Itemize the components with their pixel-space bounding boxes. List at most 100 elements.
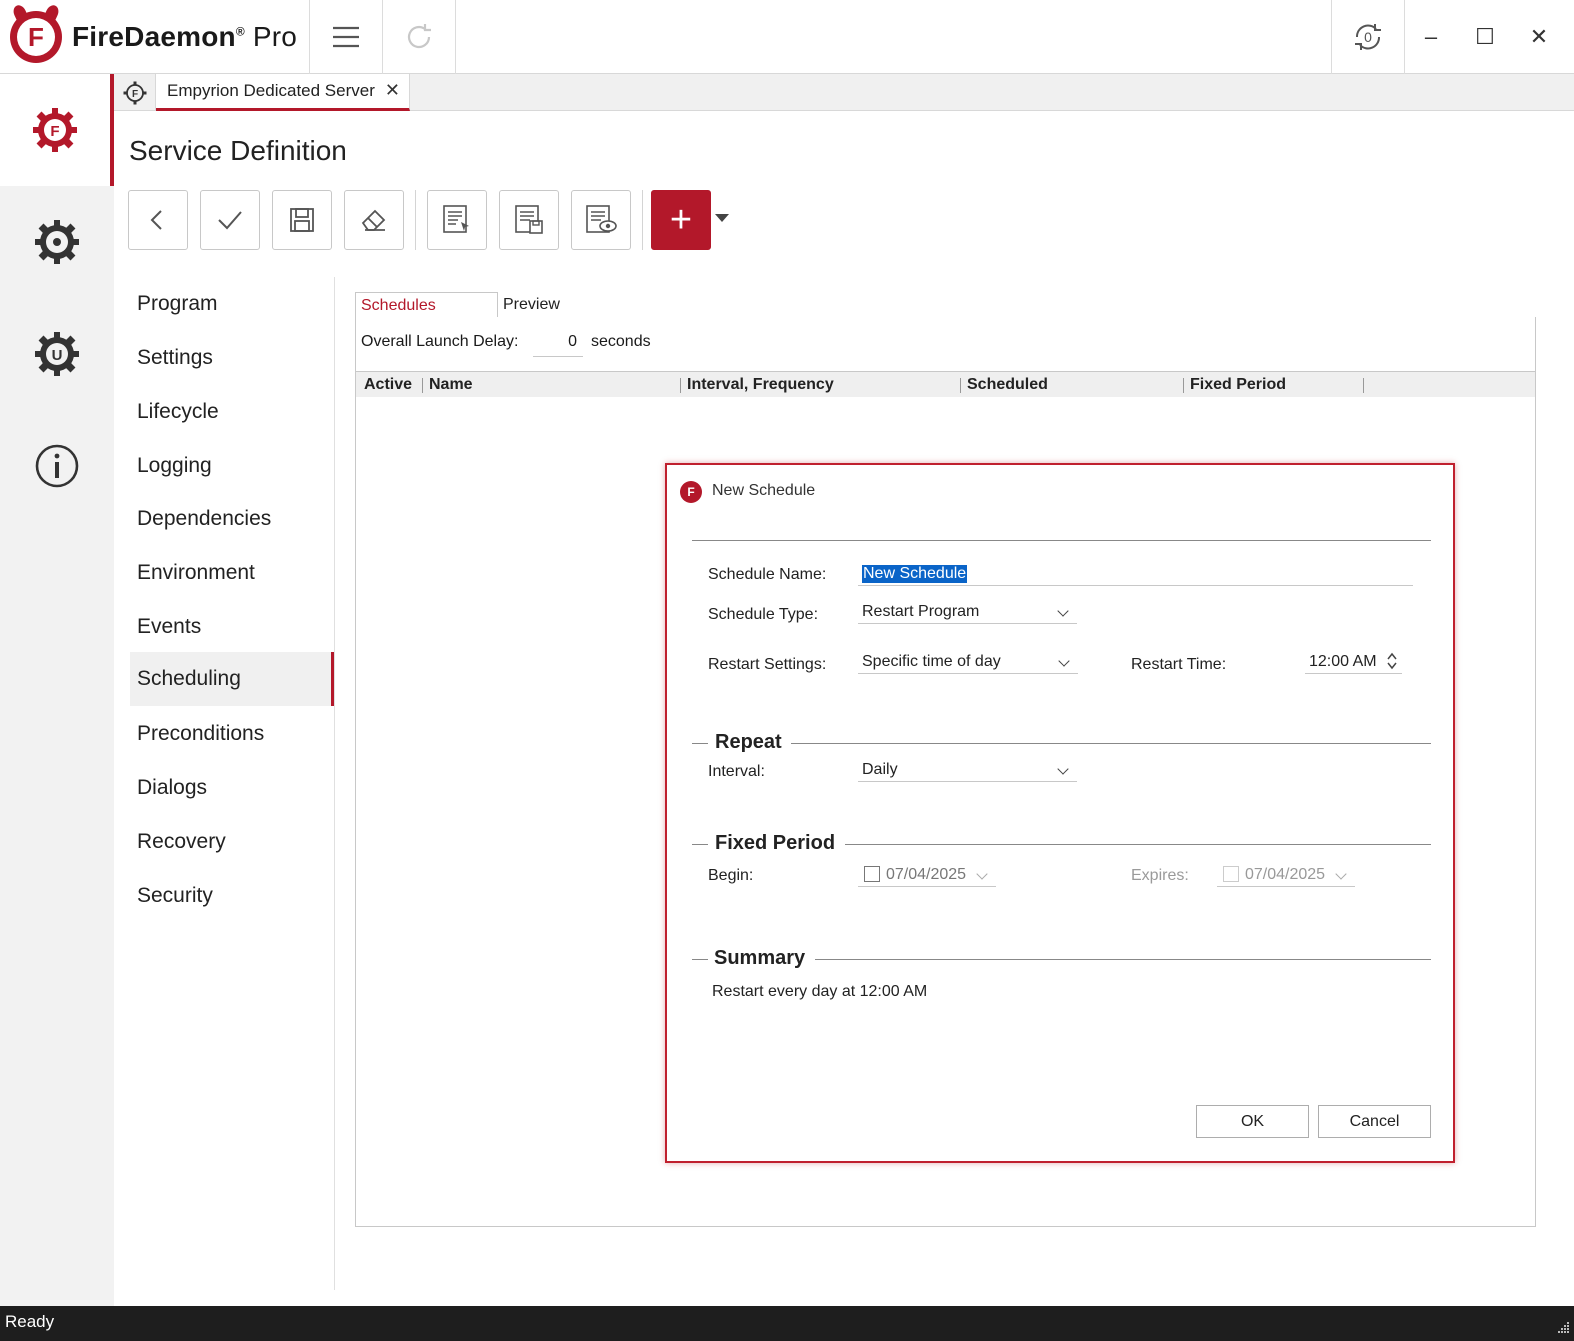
nav-item-preconditions[interactable]: Preconditions: [130, 707, 334, 761]
apply-button[interactable]: [200, 190, 260, 250]
menu-button[interactable]: [310, 0, 382, 74]
nav-item-settings[interactable]: Settings: [130, 331, 334, 385]
expires-date-value: 07/04/2025: [1245, 865, 1326, 883]
begin-checkbox[interactable]: [864, 866, 880, 882]
document-tab-label: Empyrion Dedicated Server: [167, 81, 375, 100]
begin-date-picker[interactable]: 07/04/2025: [858, 863, 996, 887]
column-separator: [680, 378, 681, 393]
firedaemon-gear-icon: F: [33, 108, 77, 152]
fixed-period-section-header: Fixed Period: [692, 832, 1431, 856]
add-schedule-button[interactable]: +: [651, 190, 711, 250]
resize-grip-icon[interactable]: [1556, 1320, 1570, 1334]
app-name: FireDaemon® Pro: [72, 21, 298, 52]
dialog-divider: [692, 540, 1431, 541]
nav-item-lifecycle[interactable]: Lifecycle: [130, 385, 334, 439]
column-separator: [960, 378, 961, 393]
redo-button[interactable]: [383, 0, 455, 74]
add-dropdown-caret-icon[interactable]: [715, 214, 729, 222]
nav-item-logging[interactable]: Logging: [130, 439, 334, 493]
app-logo: F FireDaemon® Pro: [10, 10, 297, 64]
export-icon: [515, 205, 543, 234]
nav-item-dependencies[interactable]: Dependencies: [130, 492, 334, 546]
section-rule: [692, 959, 708, 960]
rail-item-about[interactable]: [0, 410, 114, 522]
left-rail: F U: [0, 74, 114, 1306]
clear-button[interactable]: [344, 190, 404, 250]
settings-gear-icon: [35, 220, 79, 264]
cancel-button[interactable]: Cancel: [1318, 1105, 1431, 1138]
import-icon: [443, 205, 469, 233]
chevron-down-icon: [976, 868, 988, 880]
service-icon[interactable]: F: [114, 74, 156, 111]
restart-settings-select[interactable]: Specific time of day: [858, 650, 1078, 674]
close-tab-icon[interactable]: ✕: [385, 80, 400, 101]
svg-text:U: U: [52, 347, 63, 364]
rail-item-settings[interactable]: [0, 186, 114, 298]
dialog-title: New Schedule: [712, 482, 816, 499]
svg-text:F: F: [131, 89, 137, 100]
section-rule: [692, 844, 708, 845]
nav-item-dialogs[interactable]: Dialogs: [130, 761, 334, 815]
refresh-button[interactable]: 0: [1332, 0, 1404, 74]
column-active[interactable]: Active: [364, 372, 412, 398]
launch-delay-label: Overall Launch Delay:: [361, 333, 519, 350]
nav-item-recovery[interactable]: Recovery: [130, 815, 334, 869]
gear-icon: F: [123, 81, 146, 104]
back-icon: [150, 210, 162, 230]
summary-text: Restart every day at 12:00 AM: [712, 983, 928, 1000]
new-schedule-dialog: F New Schedule Schedule Name: New Schedu…: [665, 463, 1455, 1163]
schedule-type-select[interactable]: Restart Program: [858, 600, 1077, 624]
interval-select[interactable]: Daily: [858, 758, 1077, 782]
nav-item-events[interactable]: Events: [130, 600, 334, 654]
launch-delay-input[interactable]: 0: [533, 329, 583, 357]
summary-section-header: Summary: [692, 947, 1431, 971]
tab-preview[interactable]: Preview: [498, 292, 618, 318]
back-button[interactable]: [128, 190, 188, 250]
interval-label: Interval:: [708, 763, 765, 780]
chevron-down-icon: [1057, 605, 1069, 617]
restart-settings-value: Specific time of day: [862, 652, 1001, 670]
svg-text:F: F: [50, 123, 59, 140]
restart-time-input[interactable]: 12:00 AM: [1305, 650, 1402, 674]
maximize-button[interactable]: ☐: [1458, 0, 1512, 74]
schedule-name-input[interactable]: New Schedule: [858, 562, 1413, 586]
check-icon: [218, 211, 242, 230]
nav-item-environment[interactable]: Environment: [130, 546, 334, 600]
close-window-button[interactable]: ✕: [1512, 0, 1566, 74]
nav-item-security[interactable]: Security: [130, 869, 334, 923]
toolbar-divider: [642, 190, 643, 250]
spinner-updown-icon[interactable]: [1386, 651, 1398, 671]
save-icon: [290, 208, 314, 232]
section-rule: [692, 743, 708, 744]
column-fixed-period[interactable]: Fixed Period: [1190, 372, 1286, 398]
tab-schedules[interactable]: Schedules: [355, 292, 498, 319]
schedule-name-value: New Schedule: [862, 564, 968, 583]
save-button[interactable]: [272, 190, 332, 250]
column-separator: [1183, 378, 1184, 393]
rail-item-services[interactable]: F: [0, 74, 114, 186]
chevron-down-icon: [1335, 868, 1347, 880]
nav-item-scheduling[interactable]: Scheduling: [130, 652, 334, 706]
ok-button[interactable]: OK: [1196, 1105, 1309, 1138]
column-name[interactable]: Name: [429, 372, 473, 398]
import-button[interactable]: [427, 190, 487, 250]
preview-button[interactable]: [571, 190, 631, 250]
expires-checkbox[interactable]: [1223, 866, 1239, 882]
expires-date-picker[interactable]: 07/04/2025: [1217, 863, 1355, 887]
interval-value: Daily: [862, 760, 898, 778]
redo-icon: [407, 24, 431, 49]
minimize-button[interactable]: –: [1404, 0, 1458, 74]
export-button[interactable]: [499, 190, 559, 250]
rail-item-updates[interactable]: U: [0, 298, 114, 410]
document-tab[interactable]: Empyrion Dedicated Server ✕: [156, 74, 410, 111]
status-bar: Ready: [0, 1306, 1574, 1341]
nav-item-program[interactable]: Program: [130, 277, 334, 331]
repeat-heading: Repeat: [715, 731, 782, 753]
begin-label: Begin:: [708, 867, 754, 884]
expires-label: Expires:: [1131, 867, 1189, 884]
launch-delay-unit: seconds: [591, 333, 651, 350]
column-scheduled[interactable]: Scheduled: [967, 372, 1048, 398]
column-interval[interactable]: Interval, Frequency: [687, 372, 834, 398]
scheduling-tabs: Schedules Preview: [355, 292, 1536, 319]
chevron-down-icon: [1058, 655, 1070, 667]
